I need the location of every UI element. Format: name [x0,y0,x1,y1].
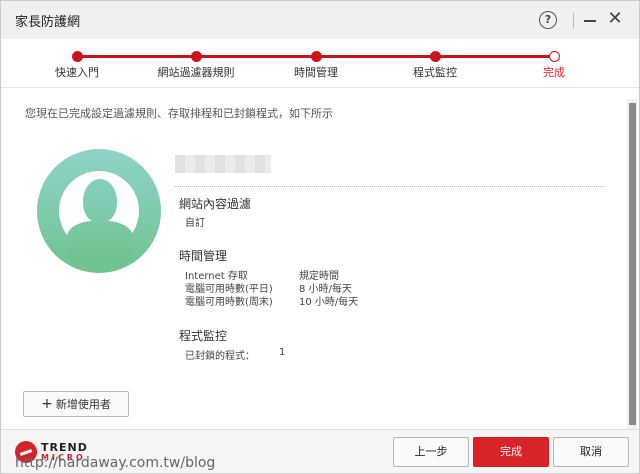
watermark-url: http://hardaway.com.tw/blog [15,455,216,471]
wizard-progress: 快速入門 網站過濾器規則 時間管理 程式監控 完成 [1,39,639,88]
blocked-programs-label: 已封鎖的程式： [185,351,255,362]
close-icon[interactable]: ✕ [607,10,623,28]
web-filter-value: 自訂 [185,218,205,229]
plus-icon: + [41,396,53,412]
window-title: 家長防護網 [15,15,81,30]
cancel-button[interactable]: 取消 [553,437,629,467]
minimize-icon[interactable] [584,20,596,22]
parental-controls-window: 家長防護網 ? ✕ 快速入門 網站過濾器規則 時間管理 程式監控 完成 您現在已… [0,0,640,474]
summary-description: 您現在已完成設定過濾規則、存取排程和已封鎖程式，如下所示 [25,107,333,120]
step-finish: 完成 [543,66,565,79]
step-program-control[interactable]: 程式監控 [413,64,457,80]
weekend-hours-label: 電腦可用時數(周末) [185,297,273,308]
program-control-heading: 程式監控 [179,329,228,343]
step-web-filter[interactable]: 網站過濾器規則 [158,64,235,80]
step-dot-finish [549,51,560,62]
back-button[interactable]: 上一步 [393,437,469,467]
scrollbar-thumb[interactable] [629,103,636,425]
avatar-head [83,179,117,223]
weekend-hours-value: 10 小時/每天 [299,297,359,308]
user-name-redacted [175,155,271,173]
add-user-button[interactable]: + 新增使用者 [23,391,129,417]
time-heading: 時間管理 [179,249,228,263]
dotted-divider [175,186,605,187]
title-bar: 家長防護網 ? ✕ [1,1,639,39]
finish-button[interactable]: 完成 [473,437,549,467]
avatar-shoulders [67,221,133,261]
step-dot-apps [430,51,441,62]
step-dot-time [311,51,322,62]
help-icon[interactable]: ? [539,11,557,29]
step-dot-quickstart [72,51,83,62]
blocked-programs-value: 1 [279,347,286,358]
user-avatar [37,149,161,273]
web-filter-heading: 網站內容過濾 [179,197,252,211]
titlebar-divider [573,13,574,29]
step-time-management[interactable]: 時間管理 [294,64,338,80]
step-dot-web-filter [191,51,202,62]
add-user-label: 新增使用者 [55,398,111,411]
step-quickstart[interactable]: 快速入門 [55,64,99,80]
